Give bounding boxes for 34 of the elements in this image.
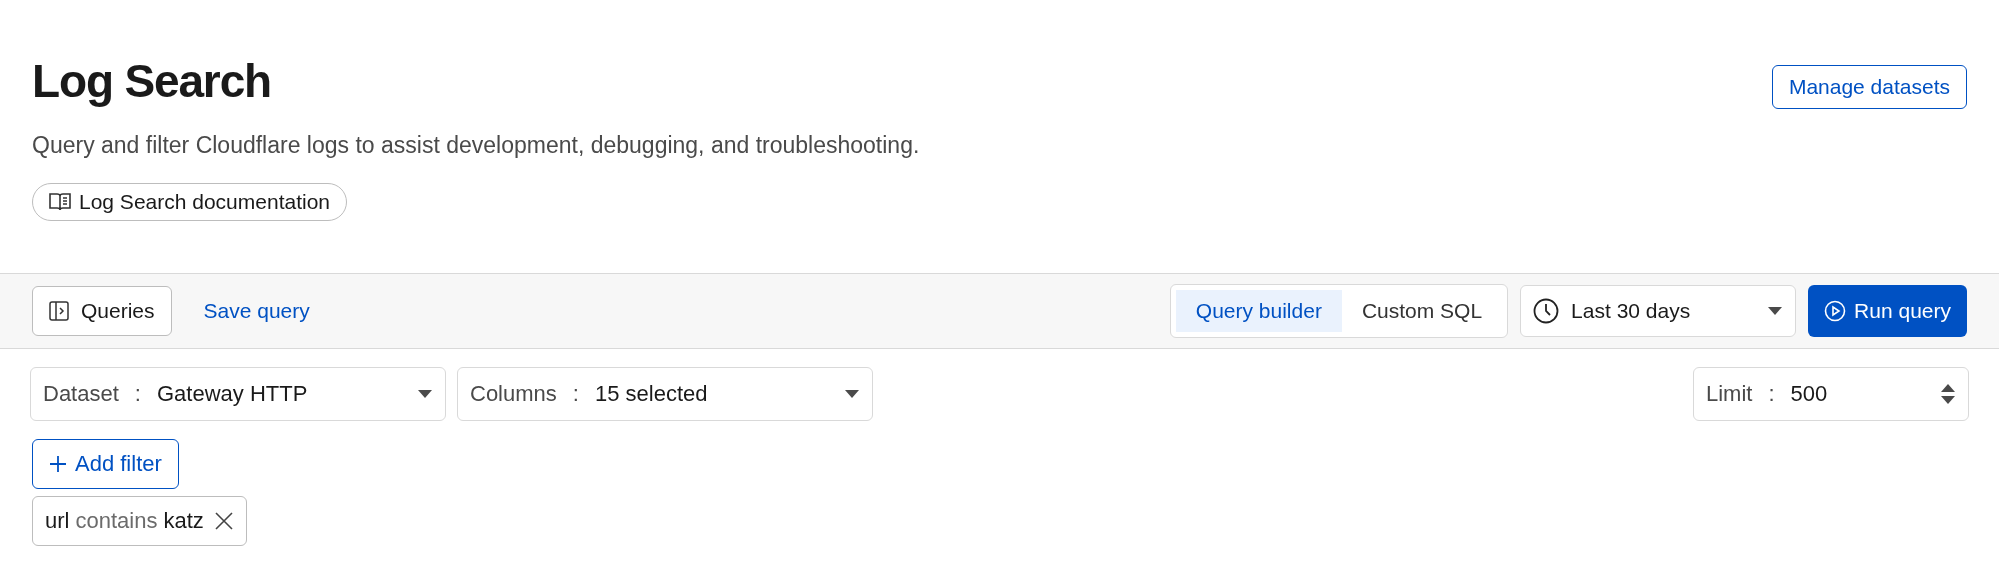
dropdown-field[interactable]: Columns : 15 selected [457, 366, 873, 421]
caret-icon [844, 388, 860, 399]
limit-stepper[interactable]: Limit : 500 [1693, 366, 1969, 421]
book-icon [49, 191, 71, 212]
page-description: Query and filter Cloudflare logs to assist development, debugging, and troubleshooting. [32, 131, 920, 160]
manage-datasets-button[interactable]: Manage datasets [1771, 65, 1967, 109]
field-label: Limit [1706, 380, 1753, 408]
time-range-value: Last 30 days [1571, 297, 1692, 324]
time-range-dropdown[interactable]: Last 30 days [1520, 284, 1797, 337]
separator: : [1768, 380, 1775, 408]
caret-icon [417, 388, 433, 399]
separator: : [572, 380, 579, 408]
stepper-icon [1940, 382, 1956, 405]
save-query-link[interactable]: Save query [203, 294, 310, 327]
dropdown-field[interactable]: Dataset : Gateway HTTP [30, 366, 446, 421]
sidebar-icon [49, 300, 69, 321]
play-icon [1824, 299, 1847, 322]
filter-operator: contains [75, 507, 158, 535]
field-value: 500 [1790, 380, 1829, 408]
filter-field: url [45, 504, 70, 537]
add-filter-button[interactable]: Add filter [32, 438, 179, 489]
close-icon[interactable] [213, 510, 234, 531]
field-label: Columns [470, 380, 557, 408]
separator: : [134, 380, 141, 408]
mode-tab[interactable]: Query builder [1175, 289, 1342, 332]
caret-icon [1767, 305, 1784, 316]
run-query-button[interactable]: Run query [1808, 284, 1967, 337]
field-label: Dataset [43, 380, 119, 408]
queries-button[interactable]: Queries [32, 285, 172, 336]
plus-icon [49, 454, 67, 473]
clock-icon [1533, 297, 1560, 324]
field-value: 15 selected [594, 380, 709, 408]
field-value: Gateway HTTP [156, 380, 309, 408]
filter-value: katz [163, 507, 204, 535]
